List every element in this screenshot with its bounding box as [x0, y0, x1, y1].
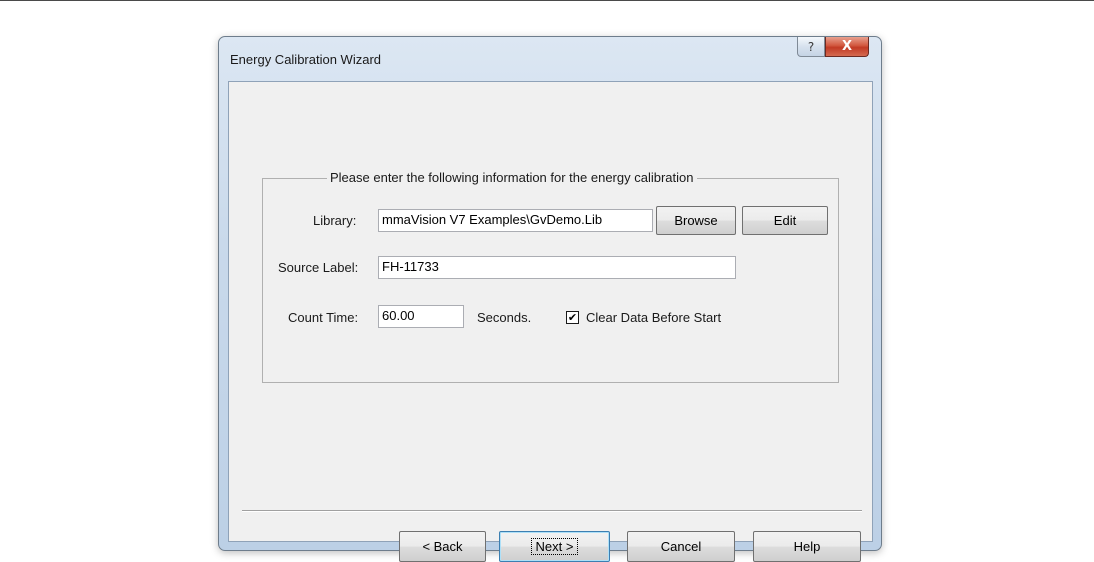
- footer-separator: [242, 510, 862, 512]
- calibration-info-groupbox: Please enter the following information f…: [262, 170, 839, 383]
- count-time-label: Count Time:: [288, 310, 359, 325]
- next-button[interactable]: Next >: [499, 531, 610, 562]
- groupbox-legend: Please enter the following information f…: [327, 170, 697, 185]
- help-question-icon[interactable]: ?: [797, 37, 825, 57]
- caption-buttons: ? X: [797, 37, 869, 58]
- cancel-button[interactable]: Cancel: [627, 531, 735, 562]
- help-button[interactable]: Help: [753, 531, 861, 562]
- energy-calibration-wizard-window: Energy Calibration Wizard ? X Please ent…: [218, 36, 882, 562]
- close-icon[interactable]: X: [825, 37, 869, 57]
- library-path-field[interactable]: mmaVision V7 Examples\GvDemo.Lib: [378, 209, 653, 232]
- top-rule: [0, 0, 1094, 1]
- count-time-field[interactable]: 60.00: [378, 305, 464, 328]
- source-label-field[interactable]: FH-11733: [378, 256, 736, 279]
- edit-button[interactable]: Edit: [742, 206, 828, 235]
- title-bar[interactable]: Energy Calibration Wizard ? X: [219, 37, 881, 81]
- clear-data-checkbox[interactable]: ✔: [566, 311, 579, 324]
- next-button-label: Next >: [530, 538, 579, 555]
- checkmark-icon: ✔: [567, 311, 578, 324]
- library-label: Library:: [313, 213, 357, 228]
- browse-button[interactable]: Browse: [656, 206, 736, 235]
- window-title: Energy Calibration Wizard: [230, 52, 382, 67]
- seconds-units-label: Seconds.: [477, 310, 532, 325]
- source-label-label: Source Label:: [278, 260, 359, 275]
- back-button[interactable]: < Back: [399, 531, 486, 562]
- clear-data-label[interactable]: Clear Data Before Start: [586, 310, 721, 325]
- dialog-client-area: Please enter the following information f…: [228, 81, 873, 562]
